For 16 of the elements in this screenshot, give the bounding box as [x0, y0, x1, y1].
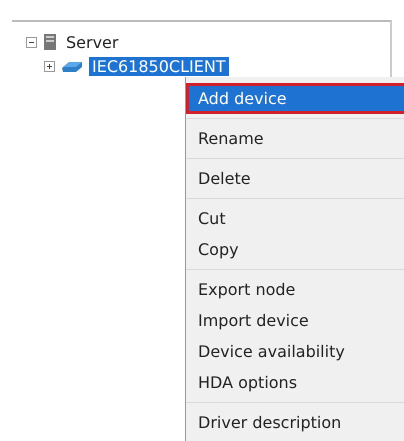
menu-item[interactable]: Device availability	[186, 336, 404, 367]
menu-item[interactable]: Driver description	[186, 407, 404, 438]
menu-item[interactable]: Export node	[186, 274, 404, 305]
menu-item[interactable]: Add device	[186, 83, 404, 114]
tree-item[interactable]: IEC61850CLIENT	[89, 56, 229, 76]
tree-item[interactable]: Server	[63, 32, 122, 52]
menu-item[interactable]: Delete	[186, 163, 404, 194]
menu-item[interactable]: HDA options	[186, 367, 404, 398]
menu-item[interactable]: Copy	[186, 234, 404, 265]
menu-item[interactable]: Cut	[186, 203, 404, 234]
expander-icon[interactable]	[26, 36, 37, 48]
device-icon	[61, 59, 83, 73]
menu-item[interactable]: Import device	[186, 305, 404, 336]
server-icon	[43, 33, 57, 51]
menu-item[interactable]: Rename	[186, 123, 404, 154]
expander-icon[interactable]	[44, 60, 55, 72]
